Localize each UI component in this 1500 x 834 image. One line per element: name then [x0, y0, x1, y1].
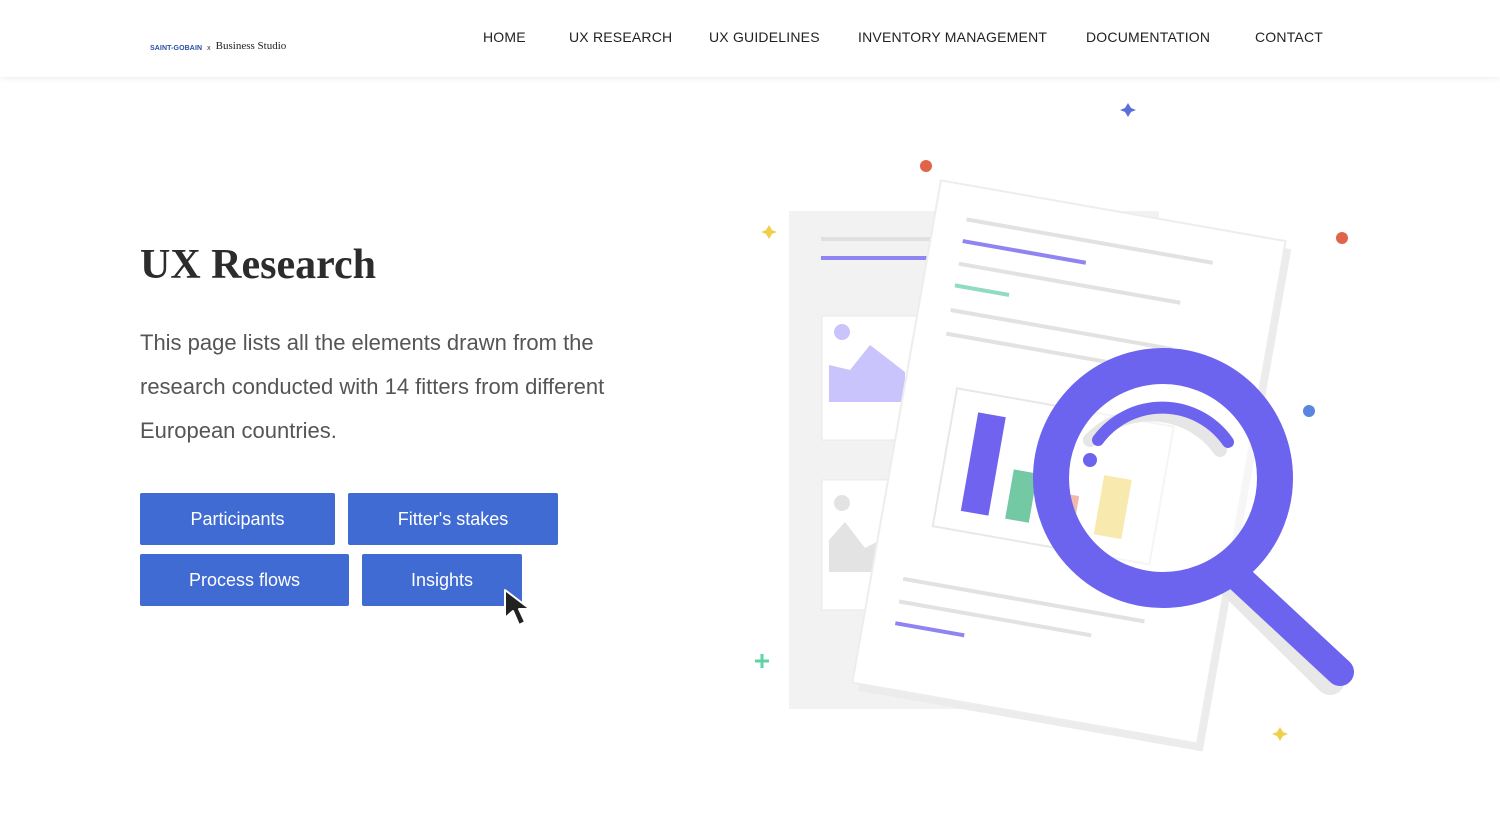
- main-nav: HOME UX RESEARCH UX GUIDELINES INVENTORY…: [0, 29, 1500, 49]
- nav-home[interactable]: HOME: [483, 29, 526, 45]
- document-magnifier-illustration: [755, 103, 1354, 752]
- participants-button[interactable]: Participants: [140, 493, 335, 545]
- nav-inventory-management[interactable]: INVENTORY MANAGEMENT: [858, 29, 1047, 45]
- page-description: This page lists all the elements drawn f…: [140, 330, 605, 443]
- nav-contact[interactable]: CONTACT: [1255, 29, 1323, 45]
- fitters-stakes-button[interactable]: Fitter's stakes: [348, 493, 558, 545]
- top-navigation-bar: SAINT-GOBAIN x Business Studio HOME UX R…: [0, 0, 1500, 77]
- page-title: UX Research: [140, 242, 377, 288]
- nav-ux-research[interactable]: UX RESEARCH: [569, 29, 672, 45]
- process-flows-button[interactable]: Process flows: [140, 554, 349, 606]
- mouse-cursor-icon: [504, 589, 531, 626]
- insights-button[interactable]: Insights: [362, 554, 522, 606]
- nav-documentation[interactable]: DOCUMENTATION: [1086, 29, 1210, 45]
- nav-ux-guidelines[interactable]: UX GUIDELINES: [709, 29, 820, 45]
